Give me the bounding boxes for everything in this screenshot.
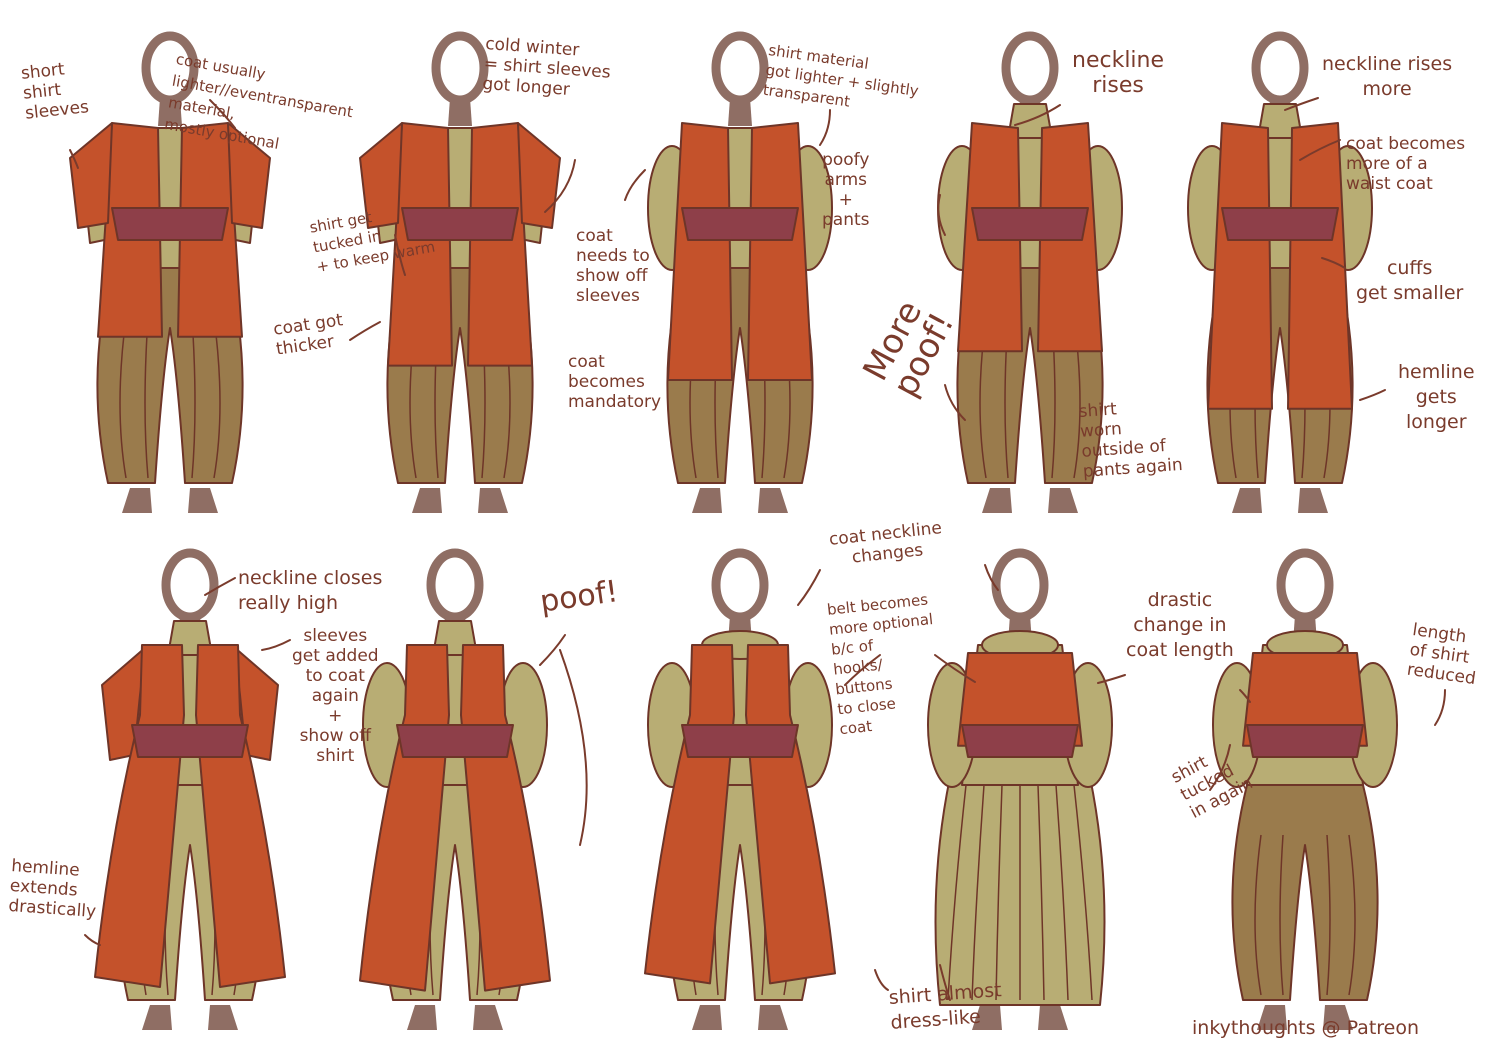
- arrow: [261, 639, 291, 651]
- feet: [982, 488, 1078, 513]
- belt: [131, 724, 249, 758]
- figure-3: [647, 31, 833, 513]
- arrow: [797, 569, 821, 606]
- head: [711, 31, 769, 105]
- head: [1251, 31, 1309, 105]
- note-belt-optional: belt becomes more optional b/c of hooks/…: [826, 590, 934, 739]
- arrow: [349, 321, 381, 341]
- neck: [728, 98, 752, 126]
- note-hemline-longer: hemline gets longer: [1398, 361, 1475, 433]
- note-coat-show-sleeves: coat needs to show off sleeves: [576, 226, 650, 306]
- head: [1001, 31, 1059, 105]
- note-waist-coat: coat becomes more of a waist coat: [1346, 134, 1466, 194]
- arrow: [84, 934, 101, 946]
- note-drastic-change: drastic change in coat length: [1126, 589, 1234, 661]
- trousers: [1231, 784, 1379, 1001]
- belt: [396, 724, 514, 758]
- figure-9: [927, 548, 1113, 1030]
- feet: [142, 1005, 238, 1030]
- feet: [412, 488, 508, 513]
- arrow: [874, 969, 889, 991]
- feet: [692, 488, 788, 513]
- note-short-shirt-sleeves: short shirt sleeves: [20, 59, 90, 124]
- belt: [681, 207, 799, 241]
- arrow: [819, 109, 831, 146]
- note-cuffs-smaller: cuffs get smaller: [1356, 257, 1464, 304]
- head: [161, 548, 219, 622]
- figure-6: [94, 548, 286, 1030]
- head: [431, 31, 489, 105]
- head: [711, 548, 769, 622]
- figure-8: [644, 548, 836, 1030]
- belt: [111, 207, 229, 241]
- neck: [448, 98, 472, 126]
- note-neckline-closes: neckline closes really high: [238, 567, 383, 614]
- arrow: [559, 649, 588, 846]
- note-hemline-extends: hemline extends drastically: [7, 856, 97, 922]
- note-neckline-rises: neckline rises: [1072, 48, 1165, 98]
- figure-5: [1187, 31, 1373, 513]
- feet: [122, 488, 218, 513]
- signature-credit: inkythoughts @ Patreon: [1192, 1017, 1420, 1039]
- figures-layer: [69, 31, 1398, 1030]
- arrow: [1434, 689, 1446, 726]
- belt: [961, 724, 1079, 758]
- note-length-of-shirt: length of shirt reduced: [1405, 620, 1478, 690]
- head: [1276, 548, 1334, 622]
- note-shirt-worn-outside: shirt worn outside of pants again: [1078, 399, 1184, 482]
- arrow: [1359, 389, 1386, 401]
- arrow: [624, 169, 646, 201]
- feet: [692, 1005, 788, 1030]
- belt: [971, 207, 1089, 241]
- note-coat-mandatory: coat becomes mandatory: [568, 352, 662, 412]
- note-cold-winter: cold winter = shirt sleeves got longer: [481, 34, 612, 100]
- feet: [407, 1005, 503, 1030]
- note-neckline-rises-more: neckline rises more: [1322, 53, 1453, 100]
- belt: [1221, 207, 1339, 241]
- note-shirt-dress-like: shirt almost dress-like: [888, 979, 1003, 1034]
- belt: [1246, 724, 1364, 758]
- head: [991, 548, 1049, 622]
- note-sleeves-added: sleeves get added to coat again + show o…: [292, 626, 379, 766]
- belt: [681, 724, 799, 758]
- figure-7: [359, 548, 551, 1030]
- coat-left-cape: [69, 122, 113, 229]
- arrow: [539, 634, 566, 666]
- figure-2: [359, 31, 561, 513]
- feet: [1232, 488, 1328, 513]
- coat-right-cape: [517, 122, 561, 229]
- head: [426, 548, 484, 622]
- costume-evolution-sheet: [69, 31, 1446, 1030]
- note-poofy-arms: poofy arms + pants: [822, 150, 870, 230]
